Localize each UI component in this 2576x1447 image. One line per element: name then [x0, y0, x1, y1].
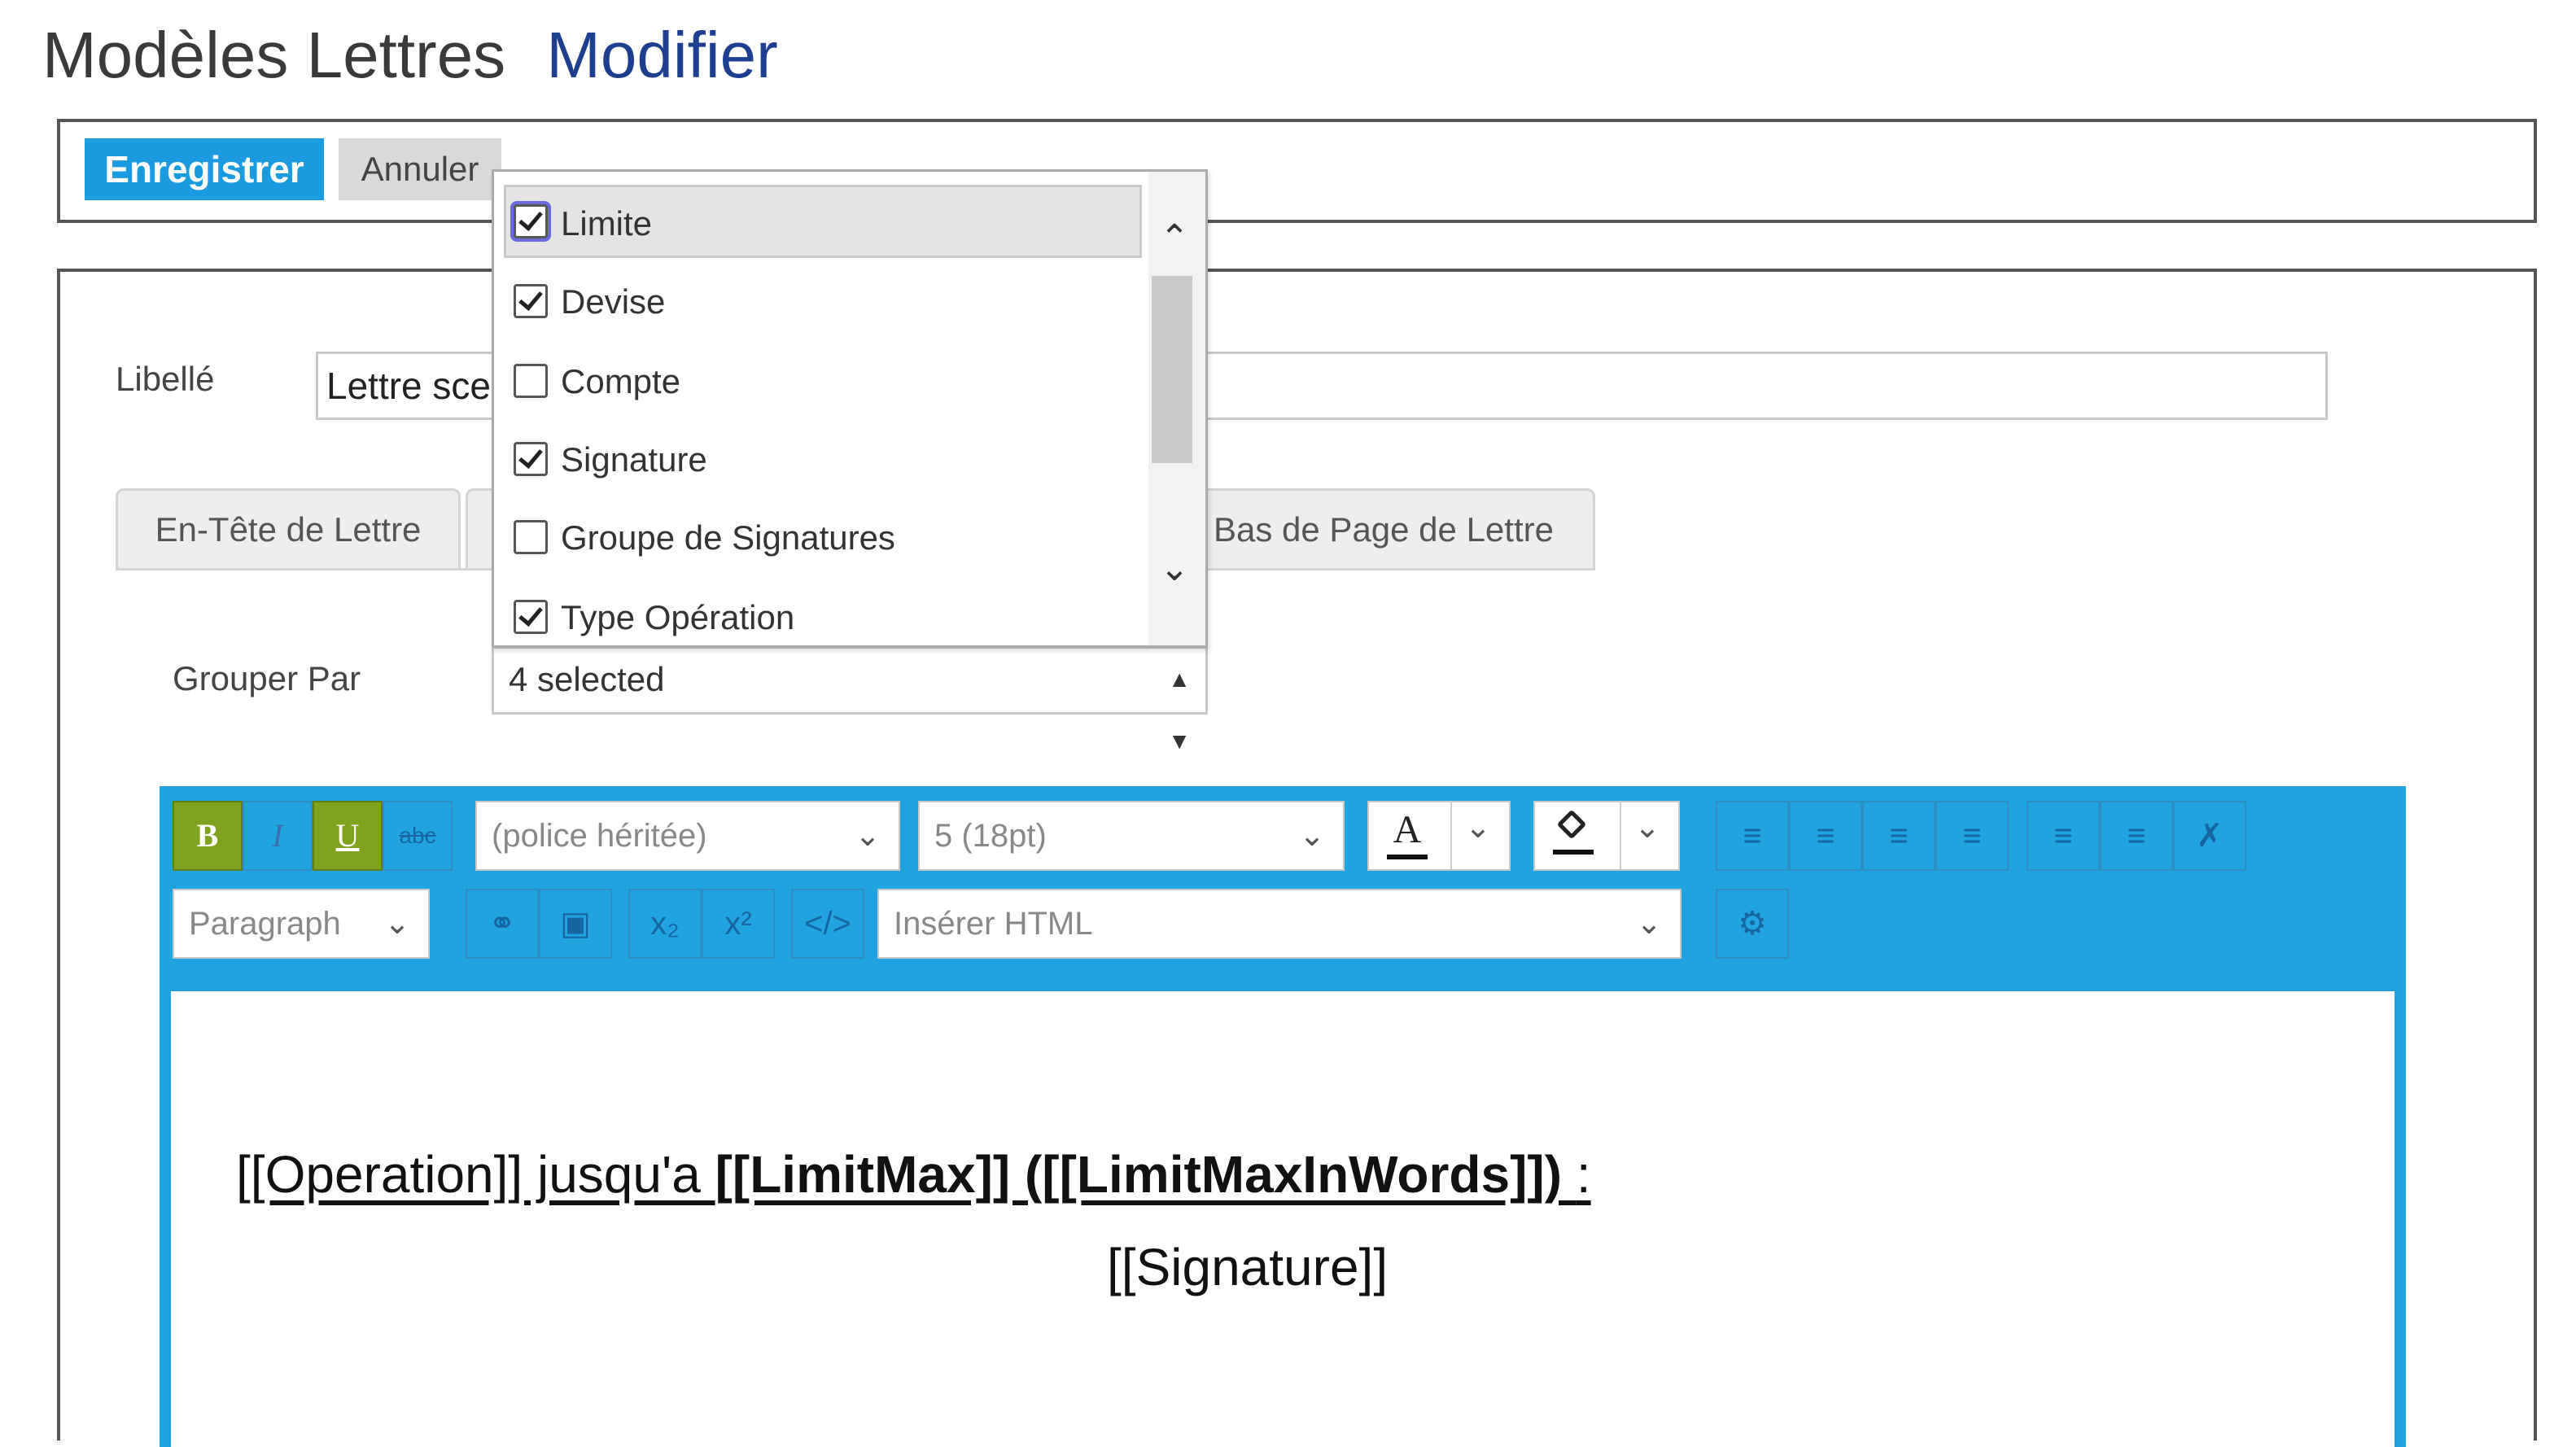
- font-color-button[interactable]: A ⌄: [1367, 801, 1511, 871]
- chevron-down-icon: ⌄: [384, 907, 410, 941]
- dropdown-item-limite[interactable]: Limite: [561, 204, 652, 243]
- strikethrough-button[interactable]: abc: [383, 801, 453, 871]
- superscript-icon[interactable]: x²: [702, 889, 775, 959]
- chevron-down-icon: ⌄: [1636, 907, 1662, 941]
- highlight-color-button[interactable]: ⌄: [1533, 801, 1680, 871]
- libelle-label: Libellé: [116, 360, 215, 398]
- align-justify-icon[interactable]: ≡: [1935, 801, 2009, 871]
- save-button[interactable]: Enregistrer: [85, 138, 324, 200]
- chevron-down-icon: ⌄: [1465, 811, 1491, 845]
- align-right-icon[interactable]: ≡: [1862, 801, 1935, 871]
- bold-button[interactable]: B: [173, 801, 243, 871]
- code-view-icon[interactable]: </>: [791, 889, 864, 959]
- group-by-select[interactable]: 4 selected ▲ ▼: [492, 646, 1208, 754]
- link-icon[interactable]: ⚭: [466, 889, 539, 959]
- image-icon[interactable]: ▣: [539, 889, 612, 959]
- dropdown-item-groupe-signatures[interactable]: Groupe de Signatures: [561, 518, 895, 557]
- checkbox-type-operation[interactable]: [514, 600, 548, 634]
- underline-button[interactable]: U: [313, 801, 383, 871]
- font-size-select[interactable]: 5 (18pt) ⌄: [918, 801, 1345, 871]
- editor-content-area[interactable]: [160, 991, 2406, 1447]
- letter-signature-placeholder[interactable]: [[Signature]]: [1107, 1237, 1388, 1297]
- split-divider: [1620, 802, 1621, 869]
- checkbox-groupe-signatures[interactable]: [514, 520, 548, 554]
- insert-html-select[interactable]: Insérer HTML ⌄: [877, 889, 1682, 959]
- tab-footer[interactable]: Bas de Page de Lettre: [1172, 488, 1595, 570]
- group-by-dropdown: Limite Devise Compte Signature Groupe de…: [492, 169, 1208, 648]
- insert-html-value: Insérer HTML: [894, 906, 1093, 942]
- letter-operation-text: [[Operation]] jusqu'a: [236, 1145, 715, 1204]
- align-left-icon[interactable]: ≡: [1716, 801, 1789, 871]
- block-format-value: Paragraph: [189, 906, 341, 942]
- paint-bucket-icon: [1553, 809, 1594, 855]
- dropdown-item-devise[interactable]: Devise: [561, 282, 665, 321]
- chevron-down-icon[interactable]: ⌄: [1150, 544, 1199, 593]
- checkbox-limite[interactable]: [514, 204, 548, 238]
- page-title: Modèles Lettres Modifier: [42, 16, 778, 94]
- font-size-value: 5 (18pt): [934, 818, 1047, 854]
- numbered-list-icon[interactable]: ≡: [2100, 801, 2173, 871]
- dropdown-item-compte[interactable]: Compte: [561, 362, 680, 401]
- letter-limit-text: [[LimitMax]] ([[LimitMaxInWords]]): [715, 1145, 1577, 1204]
- chevron-down-icon: ⌄: [1299, 819, 1325, 853]
- settings-gear-icon[interactable]: ⚙: [1716, 889, 1789, 959]
- letter-colon: :: [1576, 1145, 1591, 1204]
- tab-header[interactable]: En-Tête de Lettre: [116, 488, 461, 570]
- select-arrows-icon: ▲ ▼: [1168, 667, 1191, 754]
- group-by-summary: 4 selected: [509, 660, 665, 698]
- group-by-label: Grouper Par: [173, 659, 361, 697]
- font-family-select[interactable]: (police héritée) ⌄: [475, 801, 900, 871]
- chevron-down-icon: ⌄: [1634, 811, 1660, 845]
- subscript-icon[interactable]: x₂: [628, 889, 702, 959]
- italic-button[interactable]: I: [243, 801, 313, 871]
- chevron-down-icon: ⌄: [855, 819, 881, 853]
- split-divider: [1450, 802, 1452, 869]
- align-center-icon[interactable]: ≡: [1789, 801, 1862, 871]
- checkbox-compte[interactable]: [514, 364, 548, 398]
- font-color-glyph: A: [1387, 806, 1428, 859]
- chevron-up-icon[interactable]: ⌃: [1150, 214, 1199, 263]
- checkbox-signature[interactable]: [514, 442, 548, 476]
- font-family-value: (police héritée): [492, 818, 707, 854]
- bullet-list-icon[interactable]: ≡: [2027, 801, 2100, 871]
- page-title-mode: Modifier: [546, 19, 778, 91]
- clear-format-icon[interactable]: ✗: [2173, 801, 2246, 871]
- block-format-select[interactable]: Paragraph ⌄: [173, 889, 430, 959]
- page-title-main: Modèles Lettres: [42, 19, 506, 91]
- checkbox-devise[interactable]: [514, 284, 548, 318]
- dropdown-item-type-operation[interactable]: Type Opération: [561, 598, 794, 637]
- letter-text-line-1[interactable]: [[Operation]] jusqu'a [[LimitMax]] ([[Li…: [236, 1144, 1591, 1204]
- dropdown-item-signature[interactable]: Signature: [561, 440, 707, 479]
- dropdown-scroll-thumb[interactable]: [1152, 276, 1192, 463]
- cancel-button[interactable]: Annuler: [339, 138, 501, 200]
